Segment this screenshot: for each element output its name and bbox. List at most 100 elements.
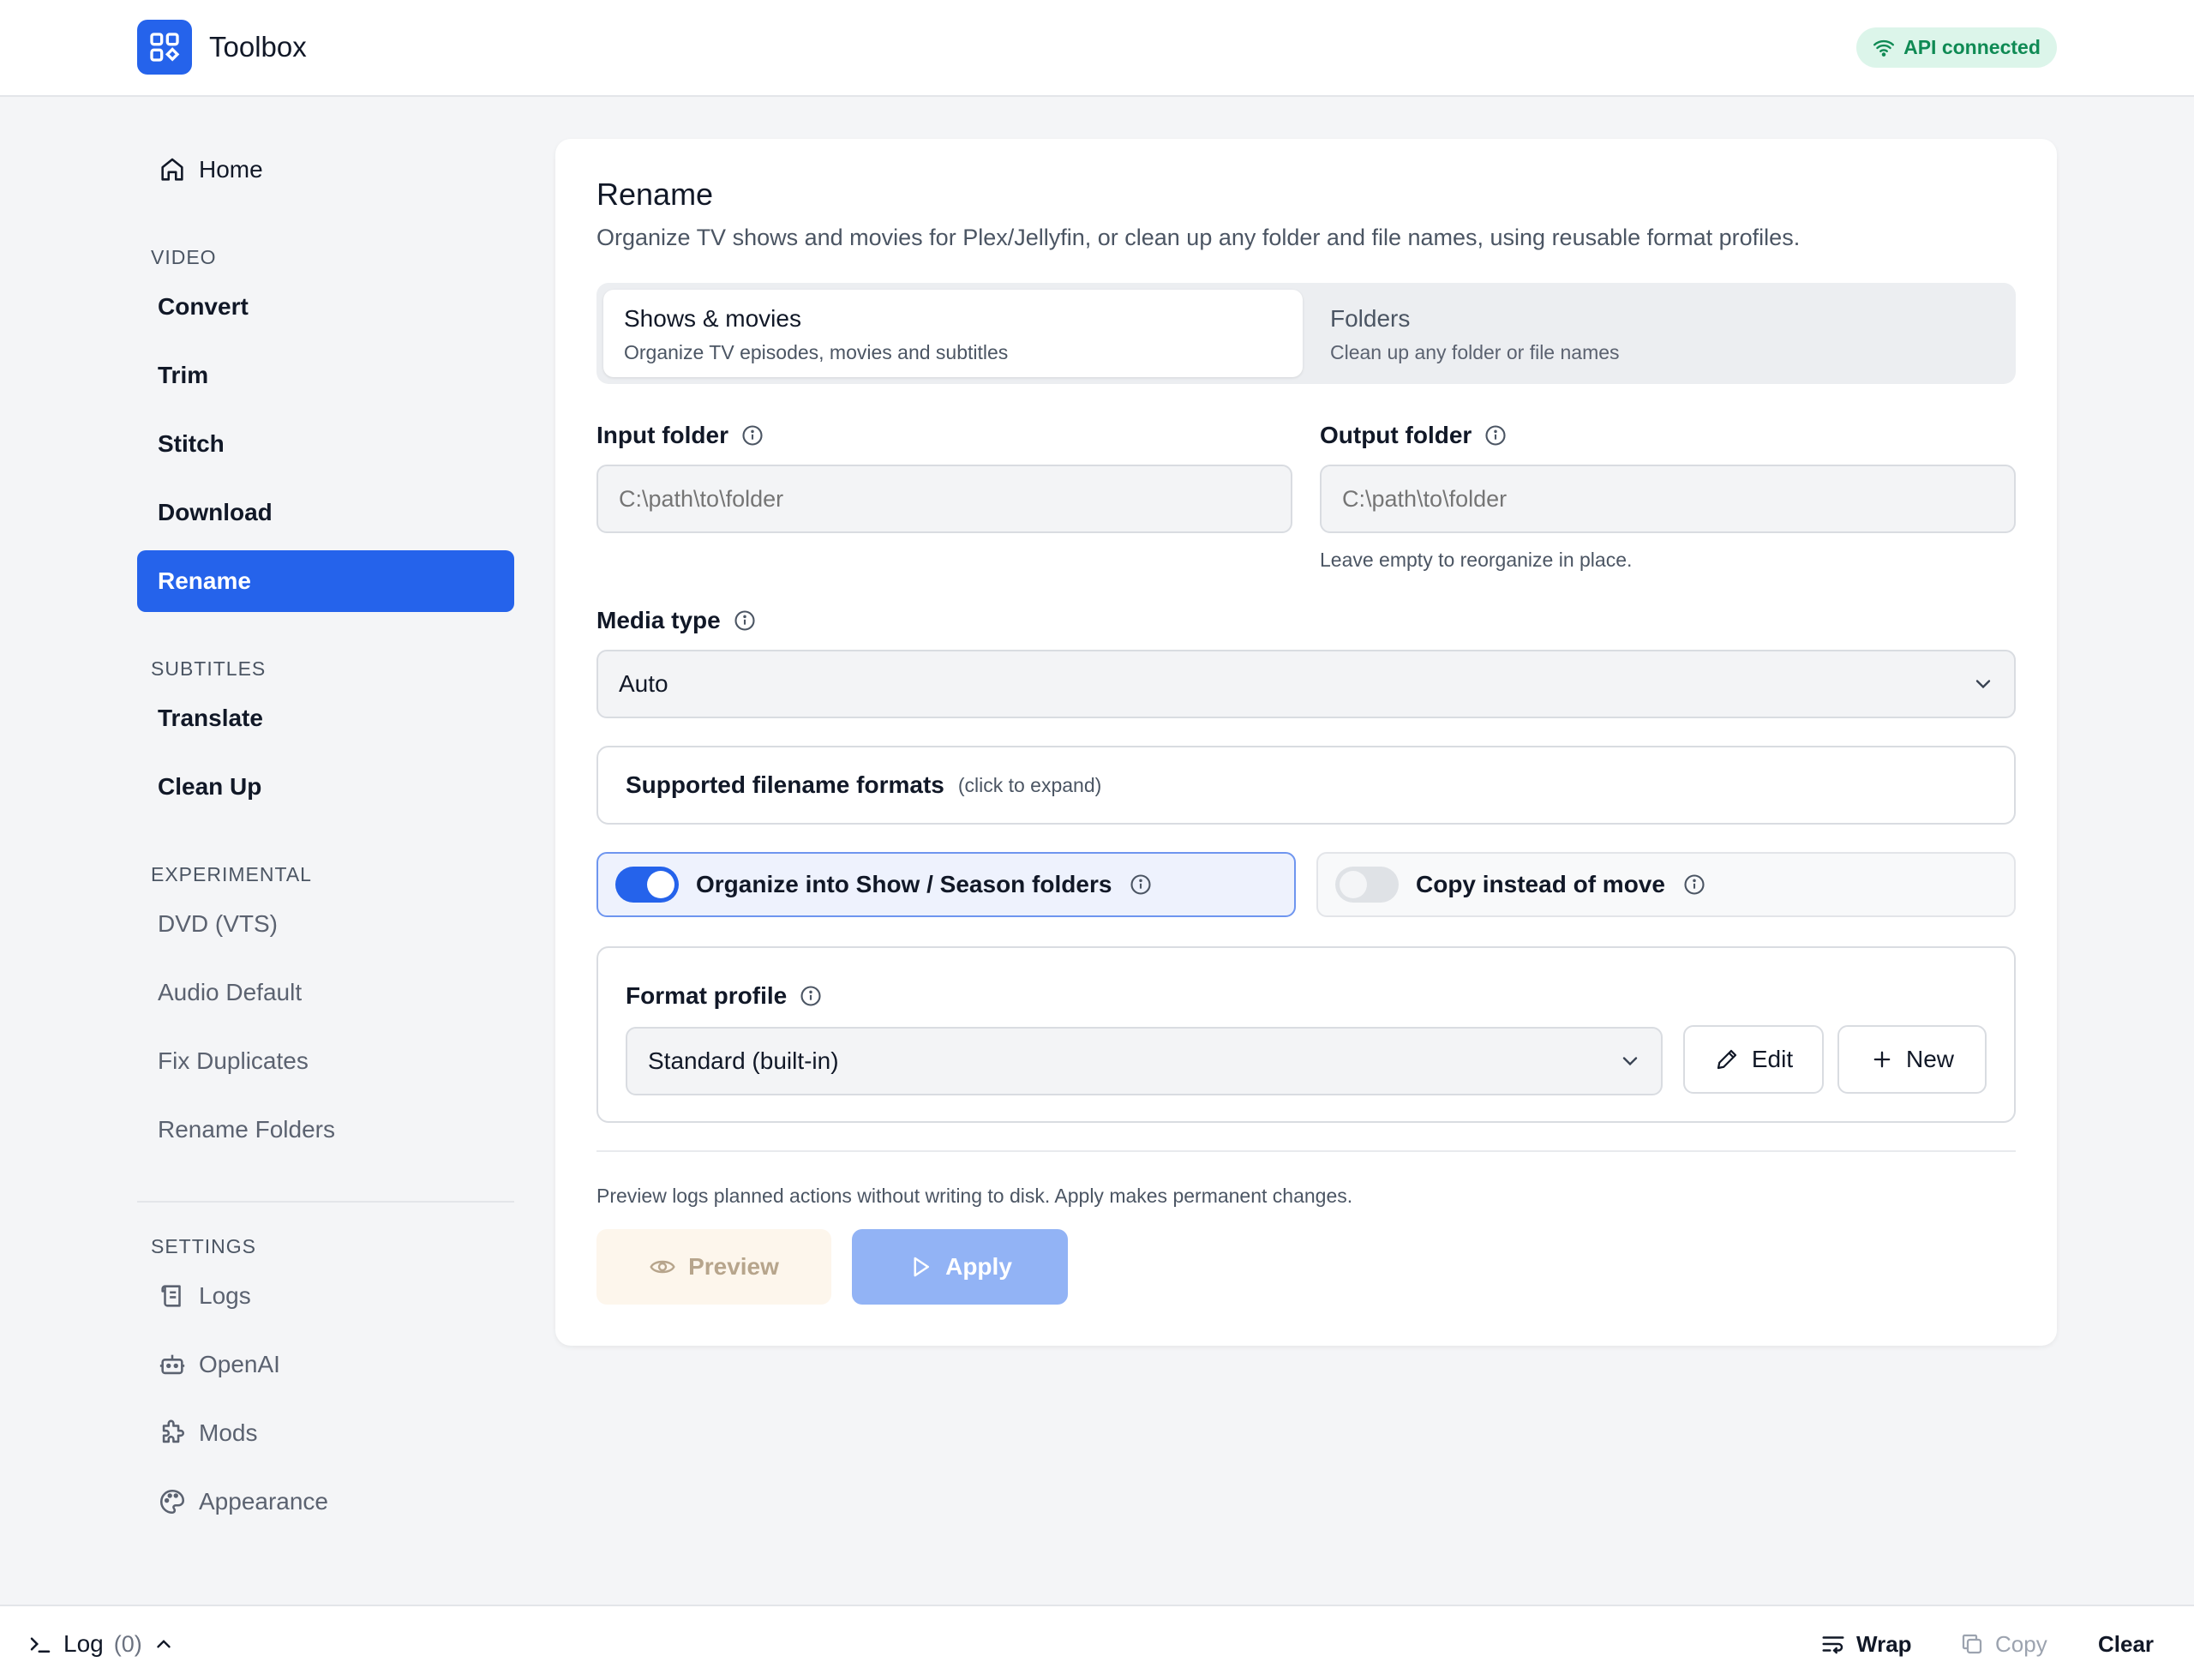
terminal-icon	[30, 1637, 51, 1653]
media-type-select[interactable]: Auto	[596, 650, 2016, 718]
sidebar-item-home[interactable]: Home	[137, 139, 514, 201]
sidebar-item-rename-folders[interactable]: Rename Folders	[137, 1099, 514, 1161]
app-title: Toolbox	[209, 31, 307, 63]
media-type-label: Media type	[596, 607, 757, 634]
toggle-label: Organize into Show / Season folders	[696, 871, 1112, 897]
tab-title: Shows & movies	[624, 305, 801, 332]
input-folder-field[interactable]	[596, 465, 1292, 533]
toggle-label: Copy instead of move	[1416, 871, 1665, 897]
organize-folders-toggle[interactable]	[615, 867, 679, 903]
output-folder-label: Output folder	[1320, 422, 1508, 449]
sidebar-item-logs[interactable]: Logs	[137, 1265, 514, 1327]
sidebar-item-label: Appearance	[199, 1488, 329, 1515]
sidebar-item-openai[interactable]: OpenAI	[137, 1334, 514, 1395]
sidebar-item-audio-default[interactable]: Audio Default	[137, 962, 514, 1023]
play-icon	[914, 1257, 930, 1277]
wifi-icon	[1873, 39, 1895, 57]
copy-instead-toggle[interactable]	[1335, 867, 1399, 903]
api-status-text: API connected	[1903, 36, 2041, 58]
sidebar-item-rename[interactable]: Rename	[137, 550, 514, 612]
rename-card: Rename Organize TV shows and movies for …	[555, 139, 2057, 1346]
pencil-icon	[1717, 1049, 1736, 1070]
info-icon[interactable]	[1129, 873, 1153, 897]
input-folder-label: Input folder	[596, 422, 764, 449]
eye-icon	[650, 1260, 675, 1274]
formats-expander[interactable]: Supported filename formats (click to exp…	[596, 746, 2016, 825]
info-icon[interactable]	[799, 984, 823, 1008]
preview-button-label: Preview	[688, 1253, 779, 1280]
api-status-badge: API connected	[1856, 27, 2057, 68]
preview-button[interactable]: Preview	[596, 1229, 831, 1305]
chevron-up-icon	[157, 1640, 171, 1648]
format-profile-panel: Format profile Standard (built-in) Edit …	[596, 946, 2016, 1123]
section-subtitles: SUBTITLES	[151, 657, 267, 680]
log-label: Log	[63, 1630, 104, 1657]
expander-title: Supported filename formats	[626, 771, 944, 798]
output-folder-hint: Leave empty to reorganize in place.	[1320, 549, 1633, 571]
clear-label: Clear	[2098, 1630, 2155, 1657]
sidebar-item-fix-duplicates[interactable]: Fix Duplicates	[137, 1030, 514, 1092]
tab-description: Organize TV episodes, movies and subtitl…	[624, 341, 1009, 363]
apply-button-label: Apply	[945, 1253, 1012, 1280]
plus-icon	[1873, 1051, 1891, 1068]
sidebar-item-convert[interactable]: Convert	[137, 276, 514, 338]
output-folder-label-text: Output folder	[1320, 422, 1472, 448]
output-folder-field[interactable]	[1320, 465, 2016, 533]
sidebar-item-clean-up[interactable]: Clean Up	[137, 756, 514, 818]
organize-folders-toggle-row[interactable]: Organize into Show / Season folders	[596, 852, 1296, 917]
copy-button[interactable]: Copy	[1959, 1606, 2047, 1680]
copy-label: Copy	[1995, 1630, 2047, 1657]
sidebar-item-label: Mods	[199, 1419, 258, 1446]
sidebar-item-appearance[interactable]: Appearance	[137, 1471, 514, 1533]
sidebar-item-mods[interactable]: Mods	[137, 1402, 514, 1464]
divider	[596, 1150, 2016, 1152]
sidebar-divider	[137, 1201, 514, 1203]
puzzle-icon	[162, 1419, 184, 1443]
log-bar: Log (0) Wrap Copy Clear	[0, 1605, 2194, 1680]
info-icon[interactable]	[733, 609, 757, 633]
wrap-button[interactable]: Wrap	[1820, 1606, 1912, 1680]
sidebar-item-download[interactable]: Download	[137, 482, 514, 543]
edit-profile-button[interactable]: Edit	[1683, 1025, 1824, 1094]
section-settings: SETTINGS	[151, 1235, 257, 1257]
palette-icon	[159, 1489, 185, 1515]
format-profile-label-text: Format profile	[626, 982, 788, 1009]
page-title: Rename	[596, 177, 714, 212]
copy-icon	[1962, 1634, 1982, 1654]
apply-button[interactable]: Apply	[852, 1229, 1068, 1305]
sidebar-item-stitch[interactable]: Stitch	[137, 413, 514, 475]
info-icon[interactable]	[1682, 873, 1706, 897]
robot-icon	[159, 1354, 185, 1375]
wrap-icon	[1822, 1636, 1844, 1654]
sidebar-item-trim[interactable]: Trim	[137, 345, 514, 406]
log-count: (0)	[113, 1630, 142, 1657]
media-type-label-text: Media type	[596, 607, 721, 633]
section-video: VIDEO	[151, 246, 217, 268]
section-experimental: EXPERIMENTAL	[151, 863, 312, 885]
app-header: Toolbox API connected	[0, 0, 2194, 97]
expander-hint: (click to expand)	[957, 773, 1102, 796]
sidebar-item-dvd-vts[interactable]: DVD (VTS)	[137, 893, 514, 955]
sidebar-item-label: OpenAI	[199, 1351, 280, 1377]
format-profile-select[interactable]: Standard (built-in)	[626, 1027, 1663, 1095]
page-subtitle: Organize TV shows and movies for Plex/Je…	[596, 225, 1801, 250]
copy-instead-toggle-row[interactable]: Copy instead of move	[1316, 852, 2016, 917]
wrap-label: Wrap	[1856, 1630, 1912, 1657]
tab-title: Folders	[1330, 305, 1411, 332]
tab-shows-movies[interactable]: Shows & movies Organize TV episodes, mov…	[603, 290, 1303, 377]
info-icon[interactable]	[740, 423, 764, 447]
new-profile-button[interactable]: New	[1837, 1025, 1987, 1094]
actions-footnote: Preview logs planned actions without wri…	[596, 1185, 1353, 1207]
log-toggle[interactable]: Log (0)	[27, 1606, 175, 1680]
input-folder-label-text: Input folder	[596, 422, 728, 448]
sidebar-item-label: Logs	[199, 1282, 251, 1309]
toggle-knob	[1340, 871, 1367, 898]
sidebar-item-translate[interactable]: Translate	[137, 687, 514, 749]
home-icon	[161, 158, 183, 181]
logs-icon	[161, 1285, 181, 1307]
tab-folders[interactable]: Folders Clean up any folder or file name…	[1310, 290, 2009, 377]
clear-button[interactable]: Clear	[2098, 1606, 2154, 1680]
format-profile-label: Format profile	[626, 982, 823, 1010]
tab-description: Clean up any folder or file names	[1330, 341, 1620, 363]
info-icon[interactable]	[1484, 423, 1508, 447]
